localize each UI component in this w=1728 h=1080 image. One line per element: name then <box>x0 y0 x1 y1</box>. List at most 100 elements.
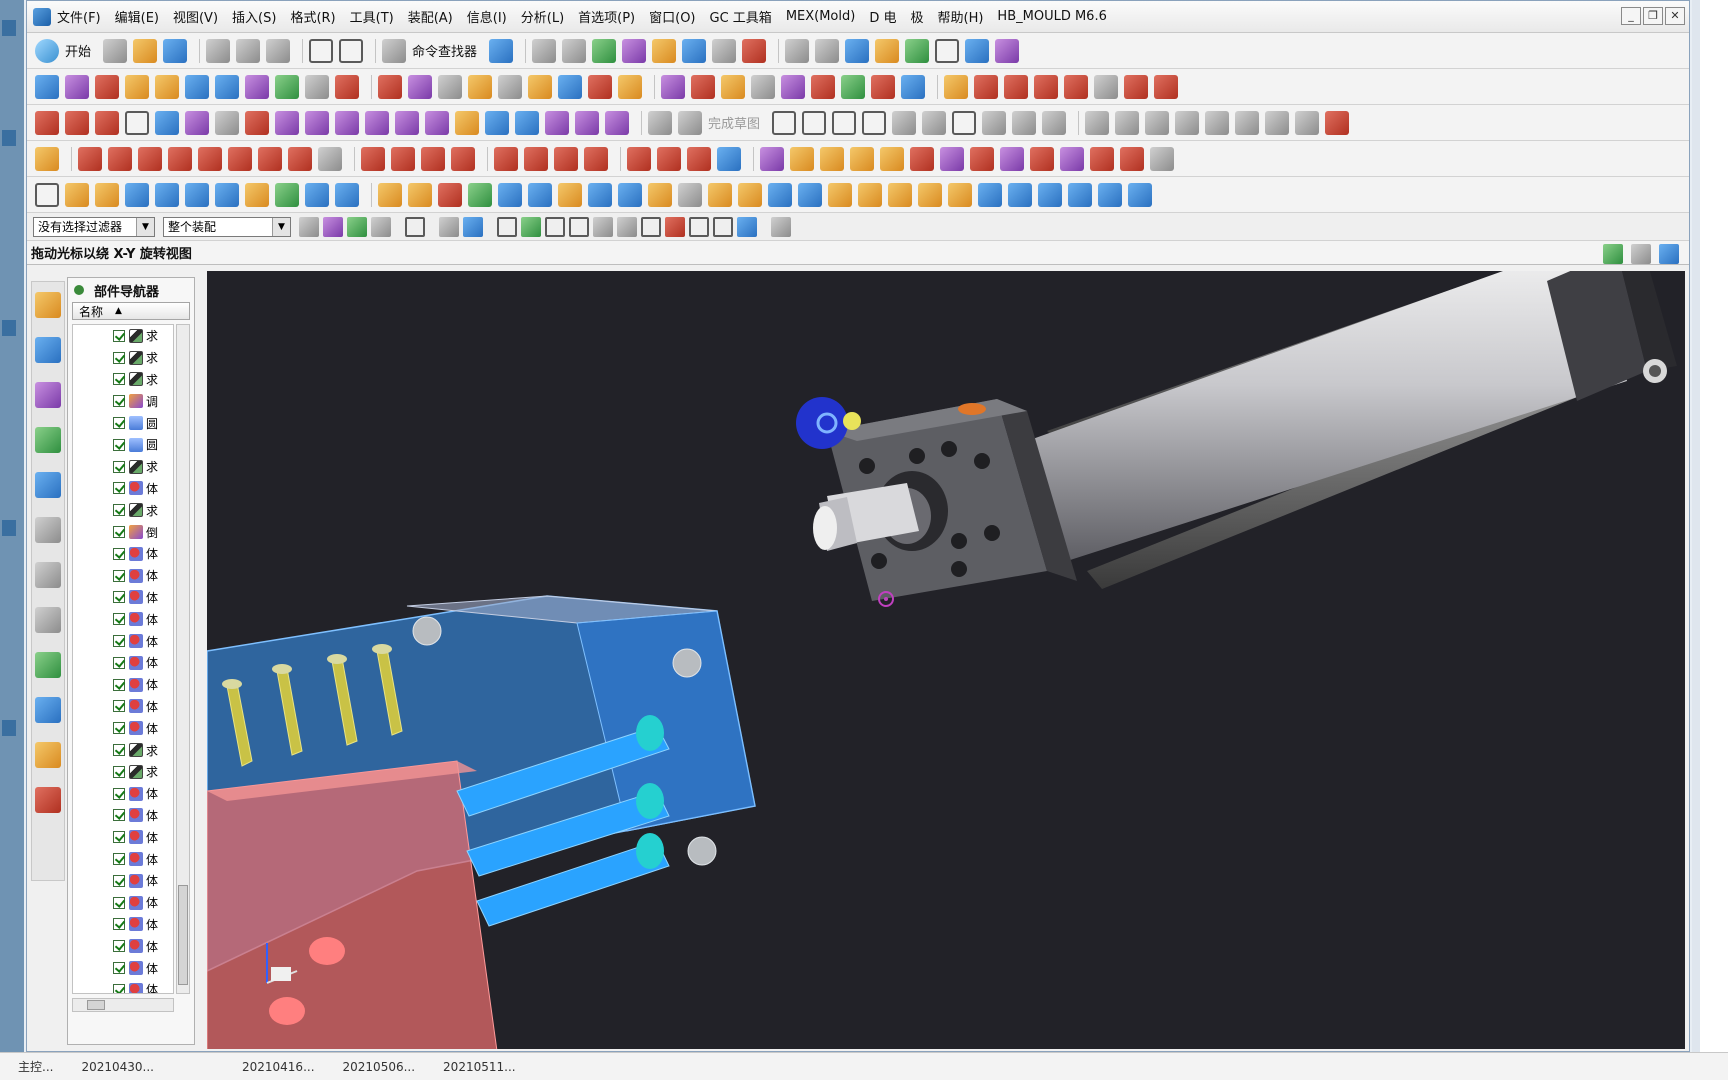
select-icon[interactable] <box>622 38 647 63</box>
constraint-navigator-tab-icon[interactable] <box>35 382 61 408</box>
tree-row[interactable]: 体 <box>73 805 173 827</box>
redo-icon[interactable] <box>339 38 364 63</box>
fillet-icon[interactable] <box>892 110 917 135</box>
menu-preferences[interactable]: 首选项(P) <box>578 7 635 26</box>
dimension-icon[interactable] <box>1205 110 1230 135</box>
nx-app-icon[interactable] <box>33 7 51 26</box>
graphics-window[interactable] <box>207 271 1685 1049</box>
tree-row[interactable]: 求 <box>73 325 173 347</box>
cylinder-icon[interactable] <box>305 182 329 207</box>
view-icon[interactable] <box>463 216 483 237</box>
view-orient-icon[interactable] <box>682 38 707 63</box>
tree-row[interactable]: 求 <box>73 369 173 391</box>
draft-icon[interactable] <box>648 182 672 207</box>
tree-row[interactable]: 求 <box>73 456 173 478</box>
navigator-horizontal-scrollbar[interactable] <box>72 998 174 1012</box>
shaded-cube-icon[interactable] <box>845 38 870 63</box>
desktop-shortcut-icon[interactable] <box>2 520 16 536</box>
groove-icon[interactable] <box>558 182 582 207</box>
assembly-navigator-tab-icon[interactable] <box>35 337 61 363</box>
sweep-icon[interactable] <box>125 74 149 99</box>
snap-midpoint-icon[interactable] <box>521 216 541 237</box>
info-icon[interactable] <box>532 38 557 63</box>
snap-point-icon[interactable] <box>627 146 651 171</box>
feature-icon[interactable] <box>880 146 904 171</box>
cut-icon[interactable] <box>206 38 231 63</box>
feature-icon[interactable] <box>1120 146 1144 171</box>
edit-surface-icon[interactable] <box>618 74 642 99</box>
visibility-checkbox[interactable] <box>113 983 125 993</box>
menu-hb-mould[interactable]: HB_MOULD M6.6 <box>997 9 1106 24</box>
taskbar-item[interactable]: 20210506... <box>343 1060 416 1074</box>
assembly-icon[interactable] <box>965 38 990 63</box>
curve-tool-icon[interactable] <box>605 110 629 135</box>
paste-icon[interactable] <box>266 38 291 63</box>
tree-row[interactable]: 体 <box>73 608 173 630</box>
part-navigator-tab-icon[interactable] <box>35 292 61 318</box>
sketch-icon[interactable] <box>648 110 672 135</box>
feature-icon[interactable] <box>850 146 874 171</box>
visibility-checkbox[interactable] <box>113 765 125 778</box>
copy-icon[interactable] <box>236 38 261 63</box>
block-icon[interactable] <box>275 182 299 207</box>
command-finder-button[interactable]: 命令查找器 <box>412 41 477 60</box>
view-icon[interactable] <box>439 216 459 237</box>
display-constraint-icon[interactable] <box>1265 110 1290 135</box>
measure-icon[interactable] <box>712 38 737 63</box>
tree-row[interactable]: 体 <box>73 696 173 718</box>
menu-extreme[interactable]: 极 <box>910 7 923 26</box>
face-blend-icon[interactable] <box>888 182 912 207</box>
block-icon[interactable] <box>125 182 149 207</box>
surface-icon[interactable] <box>35 74 59 99</box>
circle-op-icon[interactable] <box>554 146 578 171</box>
curve-tool-icon[interactable] <box>455 110 479 135</box>
edit-curve-icon[interactable] <box>108 146 132 171</box>
curve-tool-icon[interactable] <box>275 110 299 135</box>
cylinder-icon[interactable] <box>335 182 359 207</box>
tree-row[interactable]: 体 <box>73 652 173 674</box>
visibility-checkbox[interactable] <box>113 940 125 953</box>
edit-surface-icon[interactable] <box>438 74 462 99</box>
mold-icon[interactable] <box>95 182 119 207</box>
tree-row[interactable]: 体 <box>73 543 173 565</box>
restore-icon[interactable]: ❐ <box>1643 7 1663 25</box>
close-icon[interactable]: ✕ <box>1665 7 1685 25</box>
edit-surface-icon[interactable] <box>378 74 402 99</box>
desktop-shortcut-icon[interactable] <box>2 720 16 736</box>
tree-row[interactable]: 体 <box>73 587 173 609</box>
pin-icon[interactable] <box>74 285 84 295</box>
layer-icon[interactable] <box>562 38 587 63</box>
through-curves-icon[interactable] <box>215 74 239 99</box>
curve-icon[interactable] <box>811 74 835 99</box>
hydraulic-cylinder[interactable] <box>796 271 1677 601</box>
surface-icon[interactable] <box>65 74 89 99</box>
arc-icon[interactable] <box>65 110 89 135</box>
snap-point-icon[interactable] <box>657 146 681 171</box>
edit-curve-icon[interactable] <box>138 146 162 171</box>
edit-curve-icon[interactable] <box>168 146 192 171</box>
snap-center-icon[interactable] <box>641 216 661 237</box>
analysis-icon[interactable] <box>1154 74 1178 99</box>
panel-icon[interactable] <box>1631 244 1651 264</box>
tree-row[interactable]: 体 <box>73 935 173 957</box>
sew-icon[interactable] <box>335 74 359 99</box>
visibility-checkbox[interactable] <box>113 918 125 931</box>
analysis-icon[interactable] <box>974 74 998 99</box>
process-studio-icon[interactable] <box>35 697 61 723</box>
scroll-thumb[interactable] <box>87 1000 105 1010</box>
globe-icon[interactable] <box>1603 244 1623 264</box>
visibility-checkbox[interactable] <box>113 962 125 974</box>
visibility-checkbox[interactable] <box>113 460 125 473</box>
tree-row[interactable]: 体 <box>73 870 173 892</box>
unite-icon[interactable] <box>1008 182 1032 207</box>
visibility-checkbox[interactable] <box>113 438 125 451</box>
taskbar-item[interactable]: 主控... <box>18 1058 53 1075</box>
background-icon[interactable] <box>935 38 960 63</box>
studio-spline-icon[interactable] <box>982 110 1007 135</box>
sketch-line-icon[interactable] <box>802 110 827 135</box>
new-file-icon[interactable] <box>103 38 128 63</box>
taskbar-item[interactable]: 20210416... <box>242 1060 315 1074</box>
system-scenes-icon[interactable] <box>35 787 61 813</box>
start-button[interactable]: 开始 <box>65 41 91 60</box>
spline-icon[interactable] <box>155 110 179 135</box>
